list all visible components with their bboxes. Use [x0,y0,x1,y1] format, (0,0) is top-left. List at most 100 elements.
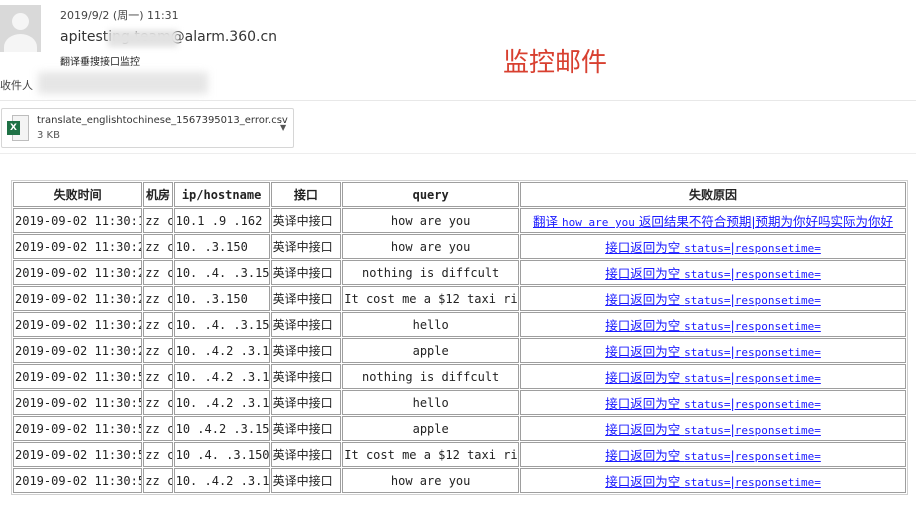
cell-reason: 接口返回为空 status=|responsetime= [520,364,906,389]
reason-link[interactable]: 接口返回为空 status=|responsetime= [605,292,821,307]
cell-query: how are you [342,468,520,493]
table-row: 2019-09-02 11:30:52 zz c 10 .4.2 .3.150 英译中… [13,416,906,441]
reason-link[interactable]: 翻译 how are you 返回结果不符合预期|预期为你好吗实际为你好 [533,214,893,229]
header-reason: 失败原因 [520,182,906,207]
table-header-row: 失败时间 机房 ip/hostname 接口 query 失败原因 [13,182,906,207]
cell-ip: 10. .3.150 [173,234,270,259]
cell-query: nothing is diffcult [342,260,520,285]
attachment-divider [0,153,916,154]
reason-detail: status= [684,294,731,307]
table-row: 2019-09-02 11:30:52zz c10. .4.2 .3.150英译… [13,468,906,493]
table-body: 2019-09-02 11:30:16 zz c 10.1 .9 .162 英译中接口… [13,208,906,493]
reason-link[interactable]: 接口返回为空 status=|responsetime= [605,396,821,411]
cell-api: 英译中接口 [270,468,342,493]
reason-detail: status= [684,450,731,463]
sender-avatar[interactable] [0,5,41,52]
cell-fail-time: 2019-09-02 11:30:52 [13,442,143,467]
cell-room: zz c [143,442,173,467]
cell-fail-time: 2019-09-02 11:30:52 [13,468,143,493]
cell-api: 英译中接口 [270,208,342,233]
cell-query: nothing is diffcult [342,364,520,389]
avatar-body-shape [4,34,37,52]
reason-tail: responsetime= [734,372,821,385]
cell-ip: 10. .4.2 .3.150 [173,390,270,415]
header-divider [0,100,916,101]
cell-query: apple [342,338,520,363]
cell-api: 英译中接口 [270,364,342,389]
cell-ip: 10 .4. .3.150 [173,442,270,467]
reason-link[interactable]: 接口返回为空 status=|responsetime= [605,474,821,489]
reason-link[interactable]: 接口返回为空 status=|responsetime= [605,240,821,255]
header-fail-time: 失败时间 [13,182,143,207]
header-room: 机房 [143,182,173,207]
reason-link[interactable]: 接口返回为空 status=|responsetime= [605,448,821,463]
recipient-redaction [38,72,208,94]
table-row: 2019-09-02 11:30:52zz c10. .4.2 .3.150英译… [13,364,906,389]
reason-detail: status= [684,372,731,385]
excel-file-icon: X [7,115,29,141]
cell-ip: 10.1 .9 .162 [173,208,270,233]
recipient-label: 收件人 [0,79,33,92]
failure-table: 失败时间 机房 ip/hostname 接口 query 失败原因 2019-0… [11,180,908,495]
cell-reason: 翻译 how are you 返回结果不符合预期|预期为你好吗实际为你好 [520,208,906,233]
reason-link[interactable]: 接口返回为空 status=|responsetime= [605,344,821,359]
cell-fail-time: 2019-09-02 11:30:20 [13,286,143,311]
cell-query: how are you [342,234,520,259]
attachment-card[interactable]: X translate_englishtochinese_1567395013_… [1,108,294,148]
table-row: 2019-09-02 11:30:16 zz c 10.1 .9 .162 英译中接口… [13,208,906,233]
cell-api: 英译中接口 [270,338,342,363]
reason-detail: status= [684,346,731,359]
reason-tail: responsetime= [734,398,821,411]
cell-reason: 接口返回为空 status=|responsetime= [520,338,906,363]
reason-prefix: 翻译 [533,214,562,229]
table-row: 2019-09-02 11:30:52zz c10. .4.2 .3.150英译… [13,390,906,415]
cell-room: zz c [143,390,173,415]
cell-room: zz c [143,234,173,259]
cell-ip: 10. .3.150 [173,286,270,311]
cell-api: 英译中接口 [270,286,342,311]
cell-room: zz c [143,286,173,311]
cell-fail-time: 2019-09-02 11:30:20 [13,338,143,363]
cell-reason: 接口返回为空 status=|responsetime= [520,234,906,259]
cell-fail-time: 2019-09-02 11:30:52 [13,390,143,415]
reason-tail: responsetime= [734,346,821,359]
email-subject: 翻译垂搜接口监控 [60,57,140,68]
reason-prefix: 接口返回为空 [605,318,685,333]
cell-fail-time: 2019-09-02 11:30:52 [13,364,143,389]
reason-tail: responsetime= [734,476,821,489]
reason-link[interactable]: 接口返回为空 status=|responsetime= [605,370,821,385]
cell-fail-time: 2019-09-02 11:30:16 [13,208,143,233]
cell-query: It cost me a $12 taxi ride [342,442,520,467]
reason-link[interactable]: 接口返回为空 status=|responsetime= [605,318,821,333]
cell-room: zz c [143,468,173,493]
cell-api: 英译中接口 [270,260,342,285]
cell-query: apple [342,416,520,441]
reason-prefix: 接口返回为空 [605,396,685,411]
cell-reason: 接口返回为空 status=|responsetime= [520,286,906,311]
chevron-down-icon[interactable]: ▼ [280,123,286,132]
attachment-size: 3 KB [37,130,60,141]
reason-link[interactable]: 接口返回为空 status=|responsetime= [605,422,821,437]
reason-prefix: 接口返回为空 [605,474,685,489]
table-row: 2019-09-02 11:30:20 zz c 10. .4. .3.150 英译中… [13,312,906,337]
attachment-filename: translate_englishtochinese_1567395013_er… [37,115,288,126]
cell-query: It cost me a $12 taxi ride [342,286,520,311]
cell-reason: 接口返回为空 status=|responsetime= [520,468,906,493]
reason-detail: how are you [561,216,635,229]
cell-ip: 10. .4.2 .3.150 [173,468,270,493]
header-api: 接口 [270,182,342,207]
reason-detail: status= [684,320,731,333]
cell-room: zz c [143,338,173,363]
cell-fail-time: 2019-09-02 11:30:20 [13,234,143,259]
email-date: 2019/9/2 (周一) 11:31 [60,9,179,22]
header-query: query [342,182,520,207]
table-row: 2019-09-02 11:30:52 zz c 10 .4. .3.150 英译中接… [13,442,906,467]
reason-prefix: 接口返回为空 [605,292,685,307]
reason-tail: responsetime= [734,242,821,255]
reason-tail: responsetime= [734,320,821,333]
reason-detail: status= [684,424,731,437]
cell-api: 英译中接口 [270,312,342,337]
cell-query: hello [342,312,520,337]
cell-room: zz c [143,312,173,337]
reason-link[interactable]: 接口返回为空 status=|responsetime= [605,266,821,281]
